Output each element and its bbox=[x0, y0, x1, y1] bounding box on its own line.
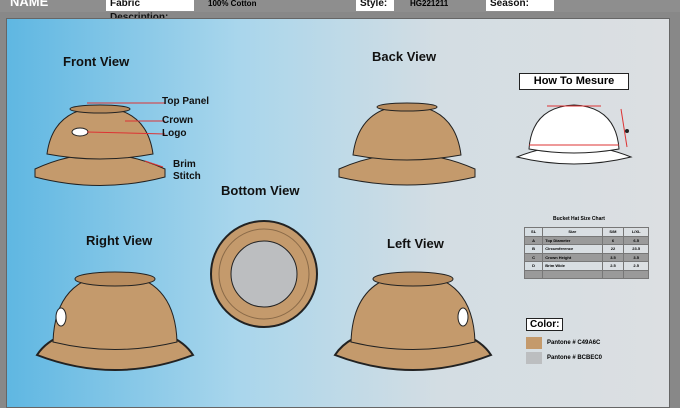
front-view-label: Front View bbox=[63, 54, 130, 69]
header-cell: SL bbox=[523, 227, 544, 237]
back-view-label: Back View bbox=[372, 49, 437, 64]
swatch-label: Pantone # C49A6C bbox=[547, 340, 601, 346]
cell: 23.5 bbox=[623, 244, 649, 254]
cell: 2.5 bbox=[623, 261, 649, 271]
style-label: Style: bbox=[356, 0, 394, 11]
right-view-label: Right View bbox=[86, 233, 153, 248]
tech-pack-sheet: Front View Back View Bottom View Right V… bbox=[6, 18, 670, 408]
color-title: Color: bbox=[526, 318, 564, 331]
header-bar: NAME Fabric Description: 100% Cotton Sty… bbox=[0, 0, 680, 23]
bottom-hat-drawing bbox=[210, 220, 318, 328]
color-swatch-gray bbox=[526, 352, 542, 364]
logo-annotation: Logo bbox=[162, 128, 187, 139]
table-row: B Circumference 22 23.5 bbox=[523, 244, 649, 254]
table-row-empty bbox=[523, 269, 649, 279]
left-hat-drawing bbox=[333, 271, 493, 371]
header-cell: L/XL bbox=[623, 227, 649, 237]
cell: D bbox=[523, 261, 544, 271]
cell: 3.5 bbox=[623, 252, 649, 262]
crown-annotation: Crown bbox=[162, 115, 194, 126]
left-view-label: Left View bbox=[387, 236, 444, 251]
right-hat-drawing bbox=[35, 271, 195, 371]
color-swatch-brown bbox=[526, 337, 542, 349]
cell: 6.5 bbox=[623, 235, 649, 245]
size-chart-title: Bucket Hat Size Chart bbox=[553, 216, 605, 222]
cell: Circumference bbox=[542, 244, 603, 254]
header-cell: Size bbox=[542, 227, 603, 237]
table-row: D Brim Wide 2.5 2.5 bbox=[523, 261, 649, 271]
measure-diagram bbox=[515, 104, 633, 165]
bottom-view-label: Bottom View bbox=[221, 183, 300, 198]
cell: Top Diameter bbox=[542, 235, 603, 245]
size-chart-table: SL Size S/M L/XL A Top Diameter 6 6.5 B Circumf… bbox=[523, 227, 649, 279]
cell: 22 bbox=[601, 244, 625, 254]
swatch-label: Pantone # BCBEC0 bbox=[547, 355, 603, 361]
front-hat-drawing bbox=[34, 102, 166, 186]
brim-annotation: Brim bbox=[173, 159, 196, 170]
top-panel-annotation: Top Panel bbox=[162, 96, 210, 107]
cell: A bbox=[523, 235, 544, 245]
cell: 6 bbox=[601, 235, 625, 245]
table-row: A Top Diameter 6 6.5 bbox=[523, 235, 649, 245]
how-to-measure-title: How To Mesure bbox=[519, 73, 629, 90]
cell: B bbox=[523, 244, 544, 254]
name-label: NAME bbox=[10, 0, 49, 9]
stitch-annotation: Stitch bbox=[173, 171, 201, 182]
season-label: Season: bbox=[486, 0, 554, 11]
fabric-value[interactable]: 100% Cotton bbox=[208, 0, 256, 11]
style-value[interactable]: HG221211 bbox=[410, 0, 448, 11]
fabric-label: Fabric Description: bbox=[106, 0, 194, 23]
cell: 3.5 bbox=[601, 252, 625, 262]
cell: C bbox=[523, 252, 544, 262]
cell: Crown Height bbox=[542, 252, 603, 262]
back-hat-drawing bbox=[338, 102, 476, 186]
cell: Brim Wide bbox=[542, 261, 603, 271]
table-row: C Crown Height 3.5 3.5 bbox=[523, 252, 649, 262]
header-cell: S/M bbox=[601, 227, 625, 237]
table-header-row: SL Size S/M L/XL bbox=[523, 227, 649, 237]
cell: 2.5 bbox=[601, 261, 625, 271]
